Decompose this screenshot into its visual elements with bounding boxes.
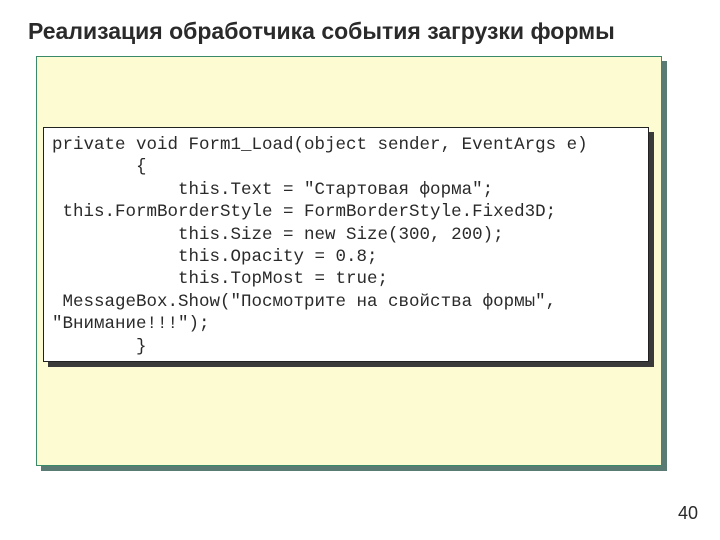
code-line: this.TopMost = true; xyxy=(52,269,388,289)
code-line: private void Form1_Load(object sender, E… xyxy=(52,135,588,155)
code-line: MessageBox.Show("Посмотрите на свойства … xyxy=(52,292,556,312)
code-box: private void Form1_Load(object sender, E… xyxy=(43,127,649,362)
code-line: this.Size = new Size(300, 200); xyxy=(52,225,504,245)
code-line: } xyxy=(52,337,147,357)
code-line: "Внимание!!!"); xyxy=(52,314,210,334)
code-line: this.Opacity = 0.8; xyxy=(52,247,378,267)
code-line: this.Text = "Стартовая форма"; xyxy=(52,180,493,200)
code-line: this.FormBorderStyle = FormBorderStyle.F… xyxy=(52,202,556,222)
slide: Реализация обработчика события загрузки … xyxy=(0,0,720,540)
slide-title: Реализация обработчика события загрузки … xyxy=(28,18,692,45)
code-line: { xyxy=(52,157,147,177)
page-number: 40 xyxy=(678,503,698,524)
